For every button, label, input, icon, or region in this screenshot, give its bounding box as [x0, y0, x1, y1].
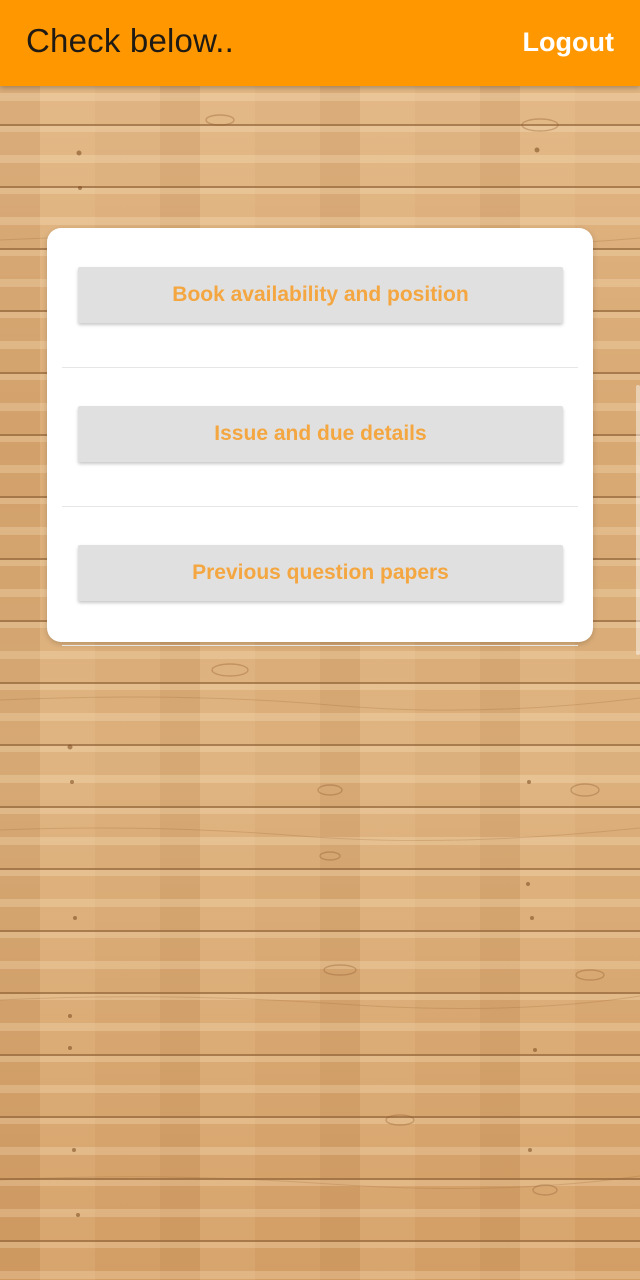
page-title: Check below.. [26, 22, 235, 59]
app-bar: Check below.. Logout [0, 0, 640, 86]
logout-button[interactable]: Logout [523, 27, 614, 58]
menu-row-question-papers: Previous question papers [62, 506, 578, 646]
menu-row-issue-due: Issue and due details [62, 367, 578, 507]
menu-card: Book availability and position Issue and… [47, 228, 593, 646]
book-availability-button[interactable]: Book availability and position [78, 267, 563, 323]
scrollbar-indicator [636, 385, 640, 655]
previous-question-papers-button[interactable]: Previous question papers [78, 545, 563, 601]
menu-row-book-availability: Book availability and position [62, 228, 578, 368]
issue-due-details-button[interactable]: Issue and due details [78, 406, 563, 462]
